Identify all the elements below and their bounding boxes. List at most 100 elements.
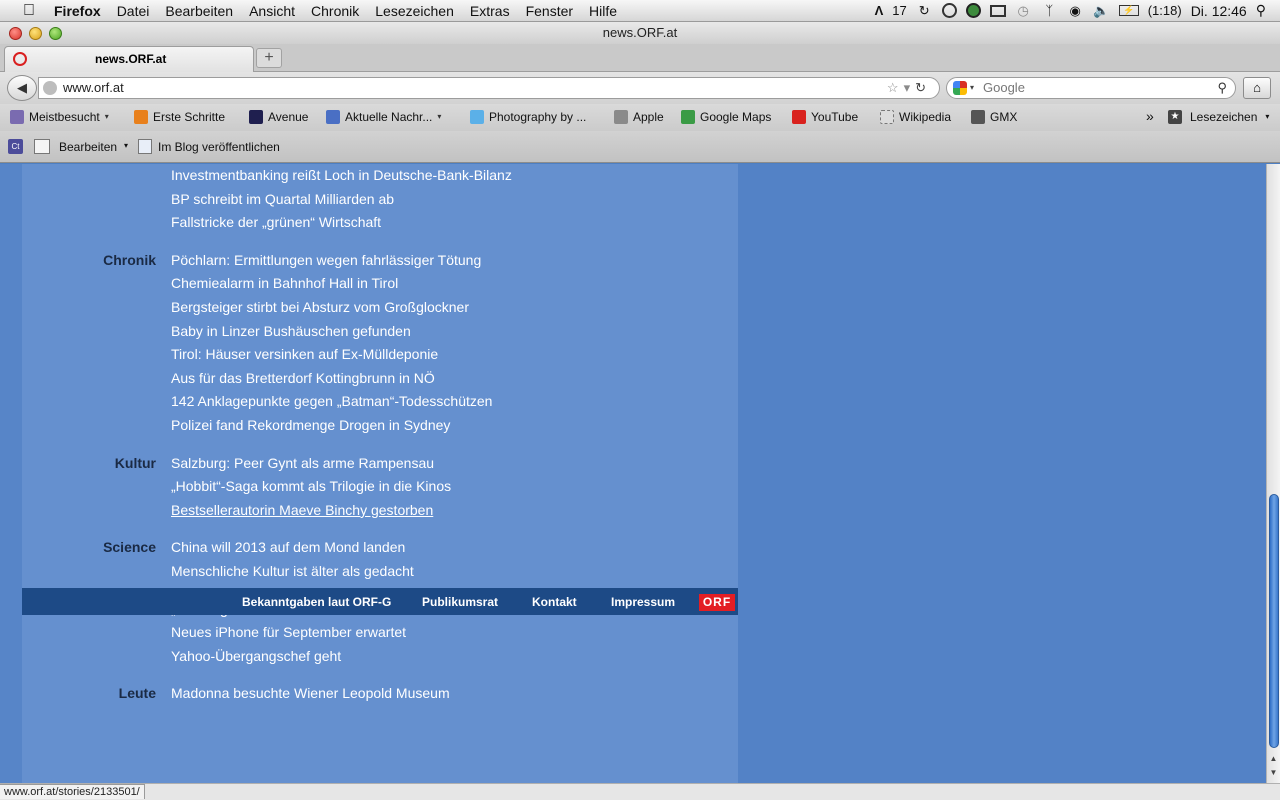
battery-time: (1:18) — [1147, 3, 1182, 18]
scroll-up-arrow-icon[interactable]: ▲ — [1267, 752, 1280, 766]
green-status-icon[interactable] — [965, 3, 981, 18]
blog-publish-button[interactable]: Im Blog veröffentlichen — [158, 139, 280, 155]
headline-link[interactable]: Bergsteiger stirbt bei Absturz vom Großg… — [171, 296, 492, 320]
google-engine-icon[interactable] — [953, 81, 967, 95]
history-dropdown-icon[interactable]: ▾ — [904, 80, 916, 95]
headline-link[interactable]: Neues iPhone für September erwartet — [171, 621, 489, 645]
bookmark-apple[interactable]: Apple — [614, 109, 664, 125]
category-label[interactable]: Chronik — [22, 249, 156, 438]
headline-link[interactable]: Menschliche Kultur ist älter als gedacht — [171, 560, 414, 584]
headline-link[interactable]: Bestsellerautorin Maeve Binchy gestorben — [171, 499, 451, 523]
home-button[interactable]: ⌂ — [1243, 77, 1271, 99]
bluetooth-icon[interactable]: ᛉ — [1041, 3, 1058, 18]
headline-link[interactable]: 142 Anklagepunkte gegen „Batman“-Todessc… — [171, 390, 492, 414]
settings-icon[interactable] — [941, 3, 957, 18]
category-label[interactable] — [22, 164, 156, 235]
menu-bearbeiten[interactable]: Bearbeiten — [157, 0, 241, 22]
menu-chronik[interactable]: Chronik — [303, 0, 367, 22]
bookmark-youtube[interactable]: YouTube — [792, 109, 858, 125]
footer-link-impressum[interactable]: Impressum — [611, 594, 675, 610]
bookmark-label: GMX — [990, 110, 1018, 124]
menu-app-firefox[interactable]: Firefox — [40, 0, 109, 22]
bookmark-gmx[interactable]: GMX — [971, 109, 1017, 125]
clock[interactable]: Di. 12:46 — [1191, 3, 1247, 19]
site-identity-icon[interactable] — [43, 81, 57, 95]
headline-link[interactable]: Aus für das Bretterdorf Kottingbrunn in … — [171, 367, 492, 391]
volume-icon[interactable]: 🔈 — [1093, 3, 1110, 18]
bookmark-aktuelle-nachr[interactable]: Aktuelle Nachr... ▾ — [326, 109, 441, 125]
headline-link[interactable]: „Hobbit“-Saga kommt als Trilogie in die … — [171, 475, 451, 499]
headline-link[interactable]: Salzburg: Peer Gynt als arme Rampensau — [171, 452, 451, 476]
navigation-toolbar: www.orf.at ☆▾↻ ◀ ▾ Google ⚲ ⌂ — [0, 72, 1280, 104]
headline-link[interactable]: Fallstricke der „grünen“ Wirtschaft — [171, 211, 512, 235]
reload-icon[interactable]: ↻ — [915, 80, 931, 95]
headline-link[interactable]: Yahoo-Übergangschef geht — [171, 645, 489, 669]
headline-link[interactable]: Polizei fand Rekordmenge Drogen in Sydne… — [171, 414, 492, 438]
menu-datei[interactable]: Datei — [109, 0, 158, 22]
wifi-icon[interactable]: ◉ — [1067, 3, 1084, 18]
sync-icon[interactable]: ↻ — [916, 3, 933, 18]
new-tab-button[interactable]: + — [256, 48, 282, 68]
bookmark-favicon-icon — [10, 110, 24, 124]
edit-icon[interactable] — [34, 139, 50, 154]
footer-link-bekanntgaben[interactable]: Bekanntgaben laut ORF-G — [242, 594, 391, 610]
menu-hilfe[interactable]: Hilfe — [581, 0, 625, 22]
headline-link[interactable]: China will 2013 auf dem Mond landen — [171, 536, 414, 560]
headline-link[interactable]: Investmentbanking reißt Loch in Deutsche… — [171, 164, 512, 188]
category-label[interactable]: Leute — [22, 682, 156, 706]
headline-link[interactable]: Chemiealarm in Bahnhof Hall in Tirol — [171, 272, 492, 296]
bookmarks-star-icon: ★ — [1168, 110, 1182, 124]
category-label[interactable]: Science — [22, 536, 156, 583]
bookmarks-overflow-button[interactable]: » — [1146, 108, 1154, 124]
bookmark-avenue[interactable]: Avenue — [249, 109, 308, 125]
time-machine-icon[interactable]: ◷ — [1015, 3, 1032, 18]
headline-link[interactable]: Pöchlarn: Ermittlungen wegen fahrlässige… — [171, 249, 492, 273]
bookmark-photography-by[interactable]: Photography by ... — [470, 109, 586, 125]
bookmark-erste-schritte[interactable]: Erste Schritte — [134, 109, 225, 125]
star-bookmark-icon[interactable]: ☆ — [887, 80, 904, 95]
zoom-window-button[interactable] — [49, 27, 62, 40]
url-text[interactable]: www.orf.at — [63, 78, 124, 98]
adobe-icon[interactable]: Λ — [875, 3, 884, 18]
headline-link[interactable]: Madonna besuchte Wiener Leopold Museum — [171, 682, 450, 706]
tab-news-orf[interactable]: news.ORF.at — [4, 46, 254, 72]
scrollbar-thumb[interactable] — [1269, 494, 1279, 748]
bookmark-google-maps[interactable]: Google Maps — [681, 109, 771, 125]
headline-link[interactable]: Tirol: Häuser versinken auf Ex-Mülldepon… — [171, 343, 492, 367]
blog-icon[interactable] — [138, 139, 152, 154]
scroll-up-icon[interactable] — [1267, 166, 1280, 180]
bookmark-wikipedia[interactable]: Wikipedia — [880, 109, 951, 125]
search-icon[interactable]: ⚲ — [1217, 78, 1227, 98]
minimize-window-button[interactable] — [29, 27, 42, 40]
menu-lesezeichen[interactable]: Lesezeichen — [367, 0, 462, 22]
chevron-down-icon[interactable]: ▾ — [124, 141, 128, 150]
engine-dropdown-icon[interactable]: ▾ — [970, 78, 974, 98]
search-bar[interactable]: ▾ Google ⚲ — [946, 77, 1236, 99]
footer-link-kontakt[interactable]: Kontakt — [532, 594, 577, 610]
category-label[interactable]: Kultur — [22, 452, 156, 523]
menu-fenster[interactable]: Fenster — [518, 0, 581, 22]
ct-addon-icon[interactable]: Ct — [8, 139, 23, 154]
display-icon[interactable] — [989, 4, 1006, 17]
spotlight-icon[interactable]: ⚲ — [1256, 2, 1266, 19]
bookmark-meistbesucht[interactable]: Meistbesucht ▾ — [10, 109, 109, 125]
battery-icon[interactable]: ⚡ — [1118, 5, 1139, 16]
scroll-down-arrow-icon[interactable]: ▼ — [1267, 766, 1280, 780]
apple-icon[interactable]:  — [18, 2, 40, 20]
status-bar: www.orf.at/stories/2133501/ — [0, 783, 1280, 800]
close-window-button[interactable] — [9, 27, 22, 40]
footer-link-publikumsrat[interactable]: Publikumsrat — [422, 594, 498, 610]
menu-ansicht[interactable]: Ansicht — [241, 0, 303, 22]
headline-link[interactable]: BP schreibt im Quartal Milliarden ab — [171, 188, 512, 212]
lesezeichen-menu[interactable]: ★ Lesezeichen ▾ — [1168, 109, 1269, 125]
orf-logo[interactable]: ORF — [699, 594, 735, 611]
url-bar[interactable]: www.orf.at ☆▾↻ — [38, 77, 940, 99]
status-menus: Λ 17 ↻ ◷ ᛉ ◉ 🔈 ⚡ (1:18) Di. 12:46 ⚲ — [875, 2, 1280, 19]
menu-extras[interactable]: Extras — [462, 0, 518, 22]
bookmark-favicon-icon — [614, 110, 628, 124]
back-button[interactable]: ◀ — [7, 75, 37, 101]
headline-link[interactable]: Baby in Linzer Bushäuschen gefunden — [171, 320, 492, 344]
edit-button[interactable]: Bearbeiten — [59, 139, 117, 155]
lesezeichen-label: Lesezeichen — [1190, 110, 1258, 124]
page-scrollbar[interactable]: ▲ ▼ — [1266, 164, 1280, 783]
